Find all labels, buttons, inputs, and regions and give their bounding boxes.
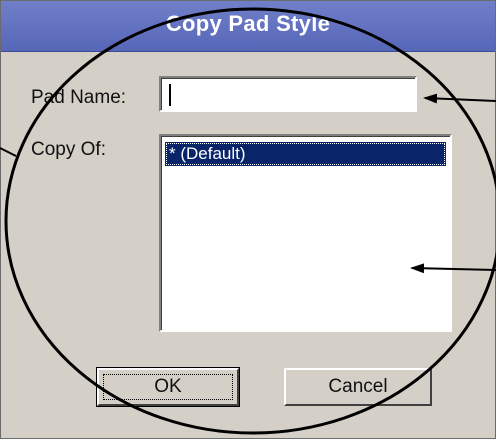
annotation-overlay bbox=[0, 7, 496, 435]
pointer-line-left bbox=[0, 147, 17, 157]
arrow-to-pad-name-field bbox=[423, 93, 496, 104]
highlight-ellipse bbox=[4, 7, 496, 435]
arrow-to-copy-of-list bbox=[410, 263, 496, 274]
